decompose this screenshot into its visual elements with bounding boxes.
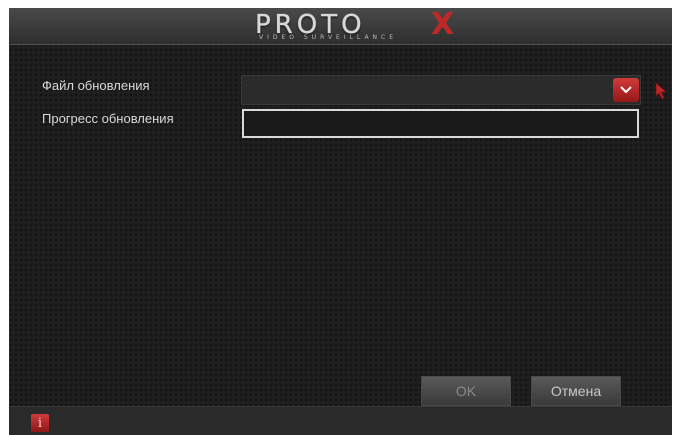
update-file-select[interactable] bbox=[241, 75, 641, 105]
chevron-down-icon bbox=[620, 86, 632, 94]
cancel-button[interactable]: Отмена bbox=[531, 376, 621, 406]
update-file-label: Файл обновления bbox=[42, 78, 150, 93]
mouse-cursor-icon bbox=[655, 82, 669, 105]
brand-logo: PROTO X VIDEO SURVEILLANCE bbox=[251, 7, 491, 42]
ok-button[interactable]: OK bbox=[421, 376, 511, 406]
update-progress-bar bbox=[242, 109, 639, 138]
update-progress-label: Прогресс обновления bbox=[42, 111, 174, 126]
dropdown-button[interactable] bbox=[613, 78, 639, 102]
info-icon[interactable]: i bbox=[31, 414, 49, 432]
logo-x-mark: X bbox=[431, 7, 455, 42]
header-bar: PROTO X VIDEO SURVEILLANCE bbox=[9, 7, 672, 45]
status-bar: i bbox=[9, 406, 672, 435]
update-dialog: PROTO X VIDEO SURVEILLANCE Файл обновлен… bbox=[9, 7, 672, 435]
logo-subtitle: VIDEO SURVEILLANCE bbox=[259, 34, 398, 41]
